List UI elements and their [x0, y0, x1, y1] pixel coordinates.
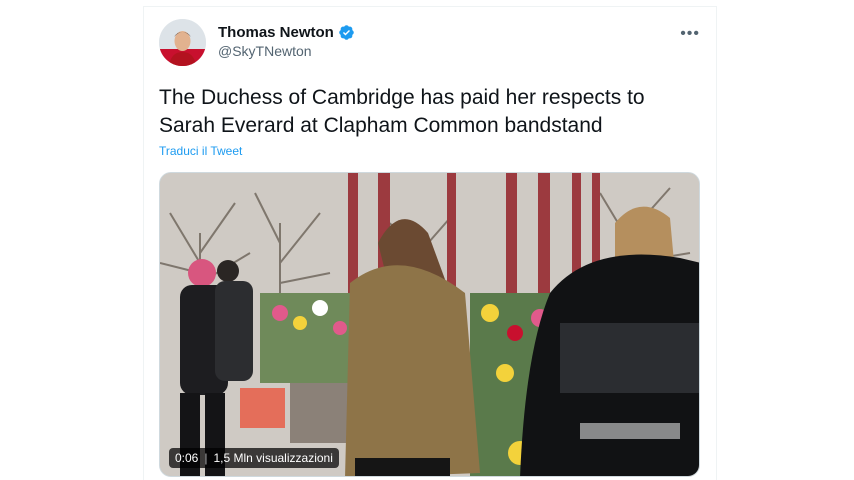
- author-name[interactable]: Thomas Newton: [218, 24, 334, 41]
- video-stats-separator: |: [204, 451, 208, 465]
- author-handle[interactable]: @SkyTNewton: [218, 43, 312, 59]
- video-stats-badge: 0:06 | 1,5 Mln visualizzazioni: [169, 448, 339, 468]
- translate-link[interactable]: Traduci il Tweet: [159, 144, 242, 158]
- video-frame: [160, 173, 699, 476]
- more-options-icon[interactable]: •••: [680, 25, 700, 43]
- tweet-text: The Duchess of Cambridge has paid her re…: [159, 86, 645, 137]
- author-row: Thomas Newton: [218, 24, 355, 41]
- verified-badge-icon: [339, 25, 354, 40]
- video-views: 1,5 Mln visualizzazioni: [213, 451, 333, 465]
- video-duration: 0:06: [175, 451, 199, 465]
- avatar[interactable]: [159, 19, 206, 66]
- video-player[interactable]: 0:06 | 1,5 Mln visualizzazioni: [159, 172, 700, 477]
- tweet-card: Thomas Newton @SkyTNewton ••• The Duches…: [143, 6, 717, 480]
